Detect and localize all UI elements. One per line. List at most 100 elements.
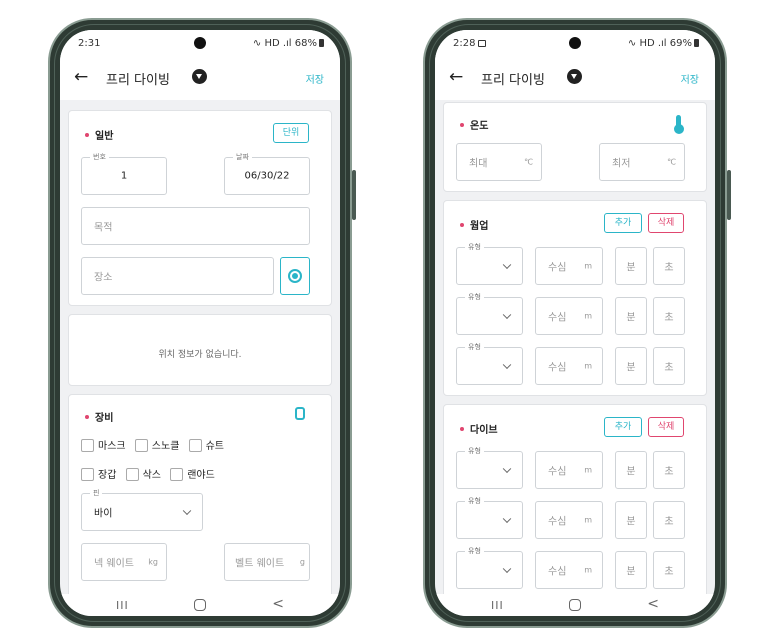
warmup-minutes-input[interactable]: 분: [615, 247, 647, 285]
app-bar: ← 프리 다이빙 저장: [435, 56, 715, 100]
warmup-delete-button[interactable]: 삭제: [648, 213, 684, 233]
back-arrow-icon[interactable]: ←: [449, 68, 463, 86]
system-back-button[interactable]: <: [647, 596, 659, 612]
dive-seconds-input[interactable]: 초: [653, 551, 685, 589]
warmup-minutes-input[interactable]: 분: [615, 347, 647, 385]
checkbox-snorkel[interactable]: 스노클: [134, 437, 179, 452]
page-title: 프리 다이빙: [481, 73, 545, 88]
chevron-down-icon: [502, 564, 512, 574]
purpose-input[interactable]: 목적: [81, 207, 310, 245]
left-phone: 2:31 ∿ HD .ıl 68% ← 프리 다이빙 저장 일반 단위 번호 1…: [48, 18, 356, 628]
dive-card: 다이브 추가 삭제 유형 수심 m 분 초 유형 수심 m 분 초 유형 수심 m: [443, 404, 707, 594]
dive-depth-input[interactable]: 수심 m: [535, 451, 603, 489]
location-map-card: 위치 정보가 없습니다.: [68, 314, 332, 386]
dive-delete-button[interactable]: 삭제: [648, 417, 684, 437]
checkbox-socks[interactable]: 삭스: [125, 466, 161, 481]
warmup-depth-input[interactable]: 수심 m: [535, 247, 603, 285]
home-button[interactable]: [569, 599, 581, 611]
temp-min-input[interactable]: 최저 ℃: [599, 143, 685, 181]
dive-type-select[interactable]: 유형: [456, 546, 523, 589]
warmup-type-select[interactable]: 유형: [456, 292, 523, 335]
type-label: 유형: [465, 342, 484, 352]
form-content[interactable]: 일반 단위 번호 1 날짜 06/30/22 목적 장소 위치 정보가 없습니다…: [60, 100, 340, 594]
warmup-seconds-input[interactable]: 초: [653, 297, 685, 335]
minutes-placeholder: 분: [626, 516, 636, 528]
warmup-type-select[interactable]: 유형: [456, 342, 523, 385]
chevron-down-icon: [502, 464, 512, 474]
watch-icon[interactable]: [295, 407, 305, 420]
page-title: 프리 다이빙: [106, 73, 170, 88]
form-content[interactable]: 온도 최대 ℃ 최저 ℃ 웜업 추가 삭제 유형 수심 m 분 초 유형 수심 …: [435, 100, 715, 594]
dive-type-dropdown-icon[interactable]: [192, 69, 207, 84]
dive-type-dropdown-icon[interactable]: [567, 69, 582, 84]
right-phone: 2:28 ∿ HD .ıl 69% ← 프리 다이빙 저장 온도 최대 ℃ 최저…: [423, 18, 731, 628]
thermometer-icon: [673, 115, 684, 134]
general-card: 일반 단위 번호 1 날짜 06/30/22 목적 장소: [68, 110, 332, 306]
equipment-checkbox-row-1: 마스크 스노클 슈트: [81, 437, 230, 452]
warmup-type-select[interactable]: 유형: [456, 242, 523, 285]
warmup-depth-input[interactable]: 수심 m: [535, 297, 603, 335]
warmup-minutes-input[interactable]: 분: [615, 297, 647, 335]
place-input[interactable]: 장소: [81, 257, 274, 295]
seconds-placeholder: 초: [664, 362, 674, 374]
warmup-seconds-input[interactable]: 초: [653, 347, 685, 385]
minutes-placeholder: 분: [626, 312, 636, 324]
dive-minutes-input[interactable]: 분: [615, 551, 647, 589]
dive-minutes-input[interactable]: 분: [615, 451, 647, 489]
chevron-down-icon: [182, 506, 192, 516]
checkbox-gloves[interactable]: 장갑: [81, 466, 116, 481]
depth-placeholder: 수심: [548, 566, 567, 578]
checkbox-suit[interactable]: 슈트: [188, 437, 224, 452]
date-field[interactable]: 날짜 06/30/22: [224, 152, 310, 195]
status-time: 2:31: [78, 38, 101, 49]
dive-type-select[interactable]: 유형: [456, 446, 523, 489]
dive-minutes-input[interactable]: 분: [615, 501, 647, 539]
type-label: 유형: [465, 446, 484, 456]
depth-unit: m: [584, 465, 592, 475]
locate-button[interactable]: [280, 257, 310, 295]
temp-unit: ℃: [667, 157, 676, 167]
fin-select[interactable]: 핀 바이: [81, 488, 203, 531]
warmup-depth-input[interactable]: 수심 m: [535, 347, 603, 385]
dive-seconds-input[interactable]: 초: [653, 501, 685, 539]
seconds-placeholder: 초: [664, 566, 674, 578]
dive-type-select[interactable]: 유형: [456, 496, 523, 539]
warmup-seconds-input[interactable]: 초: [653, 247, 685, 285]
depth-placeholder: 수심: [548, 516, 567, 528]
checkbox-lanyard[interactable]: 랜야드: [170, 466, 215, 481]
system-back-button[interactable]: <: [272, 596, 284, 612]
save-button[interactable]: 저장: [306, 71, 324, 86]
type-label: 유형: [465, 546, 484, 556]
type-label: 유형: [465, 496, 484, 506]
number-label: 번호: [90, 152, 109, 162]
status-text: ∿ HD .ıl 68%: [252, 38, 317, 49]
side-button: [352, 170, 356, 220]
type-label: 유형: [465, 292, 484, 302]
right-screen: 2:28 ∿ HD .ıl 69% ← 프리 다이빙 저장 온도 최대 ℃ 최저…: [435, 30, 715, 616]
dive-seconds-input[interactable]: 초: [653, 451, 685, 489]
number-field[interactable]: 번호 1: [81, 152, 167, 195]
dive-add-button[interactable]: 추가: [604, 417, 642, 437]
recents-button[interactable]: III: [491, 599, 504, 612]
section-title-warmup: 웜업: [460, 217, 488, 232]
neck-weight-input[interactable]: 넥 웨이트 kg: [81, 543, 167, 581]
temp-max-input[interactable]: 최대 ℃: [456, 143, 542, 181]
save-button[interactable]: 저장: [681, 71, 699, 86]
neck-weight-unit: kg: [148, 557, 158, 567]
chevron-down-icon: [502, 260, 512, 270]
depth-placeholder: 수심: [548, 312, 567, 324]
unit-button[interactable]: 단위: [273, 123, 309, 143]
warmup-add-button[interactable]: 추가: [604, 213, 642, 233]
type-label: 유형: [465, 242, 484, 252]
status-text: ∿ HD .ıl 69%: [627, 38, 692, 49]
home-button[interactable]: [194, 599, 206, 611]
dive-depth-input[interactable]: 수심 m: [535, 501, 603, 539]
belt-weight-placeholder: 벨트 웨이트: [235, 558, 285, 570]
checkbox-mask[interactable]: 마스크: [81, 437, 126, 452]
belt-weight-input[interactable]: 벨트 웨이트 g: [224, 543, 310, 581]
back-arrow-icon[interactable]: ←: [74, 68, 88, 86]
recents-button[interactable]: III: [116, 599, 129, 612]
dive-depth-input[interactable]: 수심 m: [535, 551, 603, 589]
temp-max-placeholder: 최대: [469, 158, 488, 170]
seconds-placeholder: 초: [664, 516, 674, 528]
